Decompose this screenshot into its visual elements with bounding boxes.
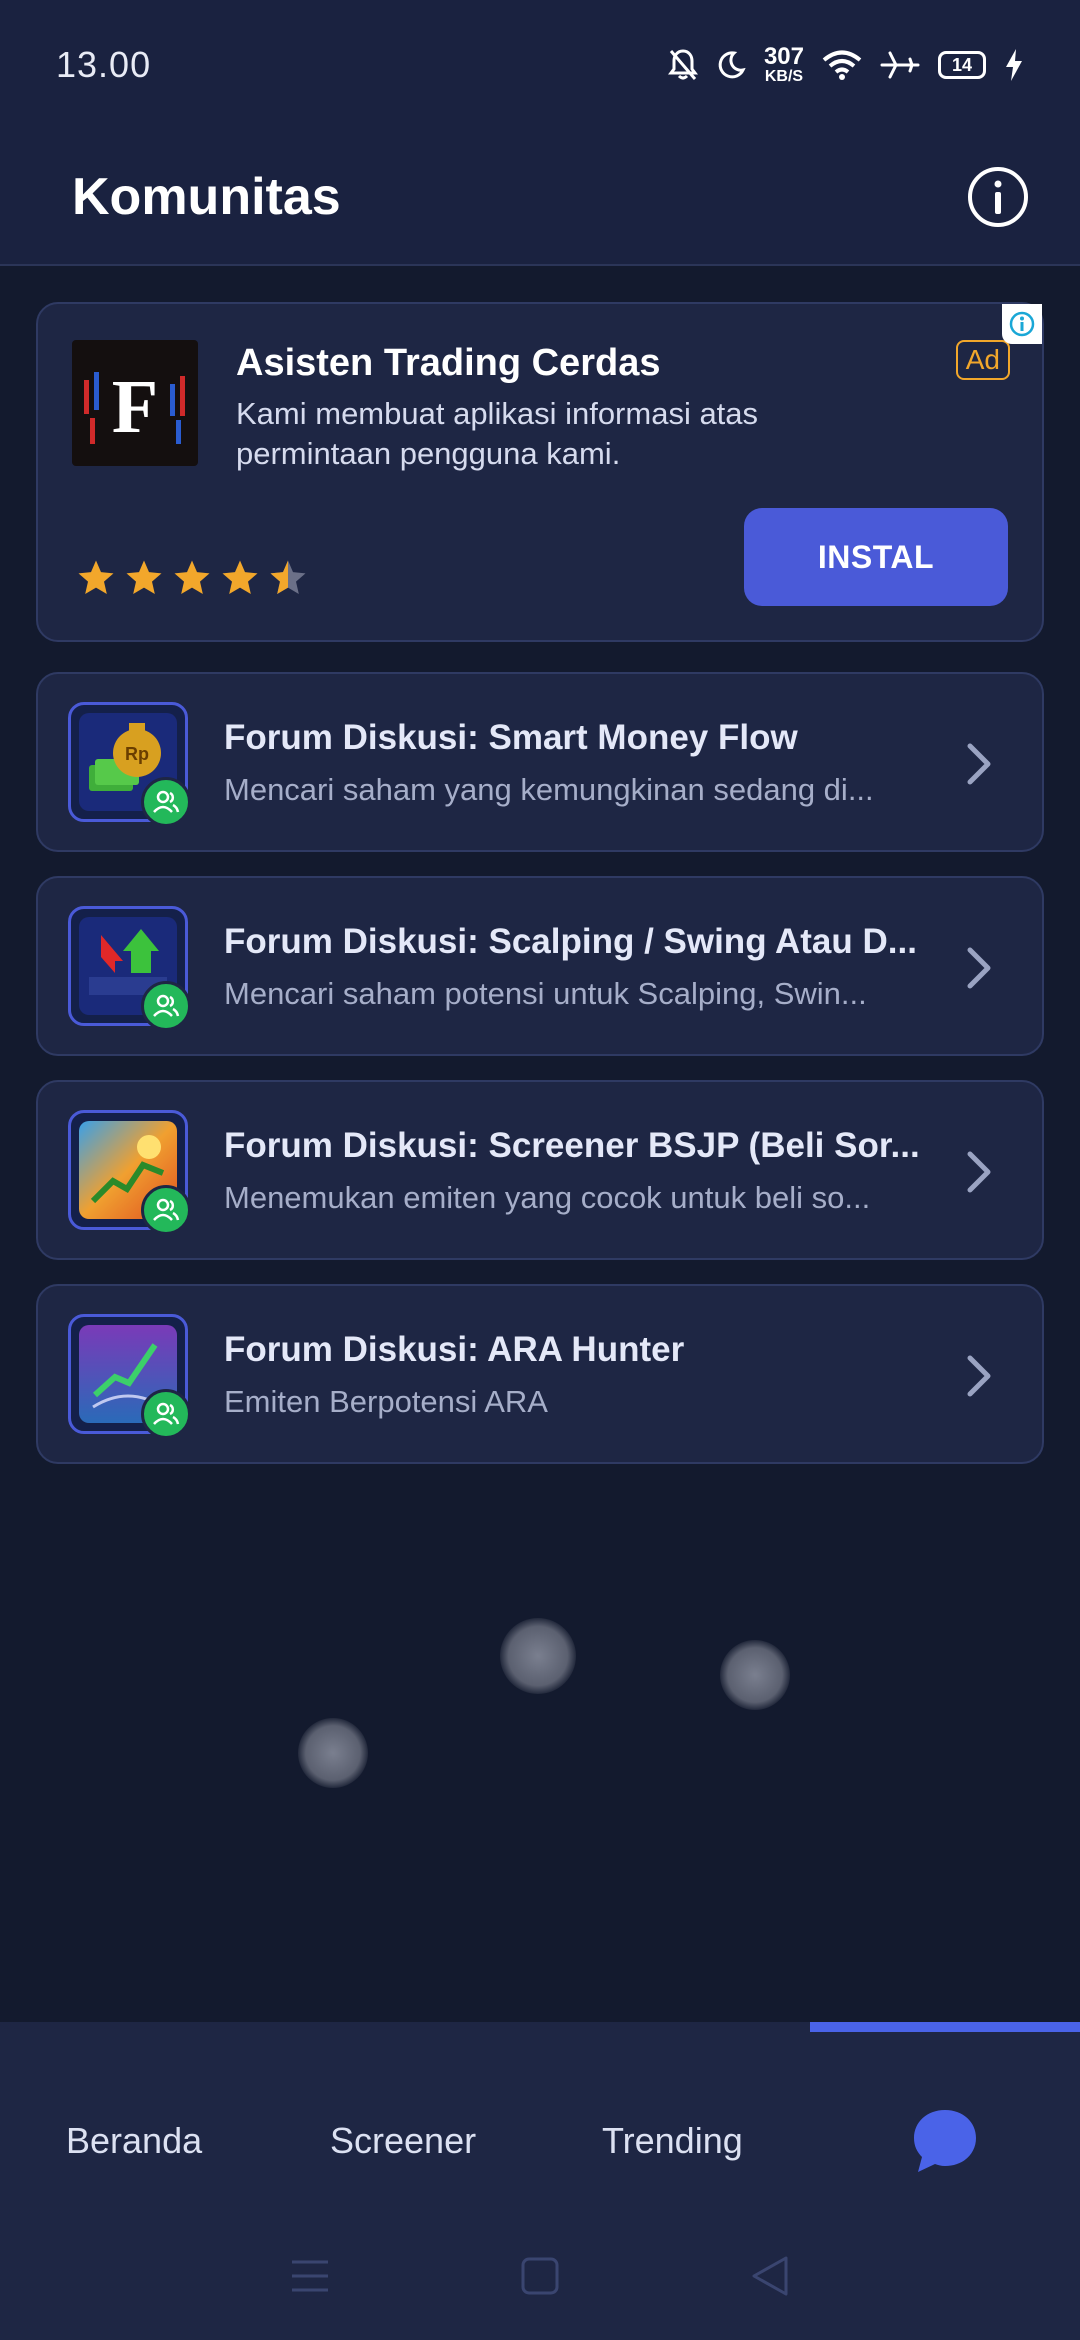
status-time: 13.00 — [56, 44, 152, 85]
adchoices-icon[interactable] — [1002, 304, 1042, 344]
content: F Asisten Trading Cerdas Kami membuat ap… — [36, 302, 1044, 1464]
chevron-right-icon — [967, 743, 991, 785]
forum-icon: Rp — [68, 702, 191, 827]
nav-beranda[interactable]: Beranda — [66, 2120, 202, 2162]
ad-description: Kami membuat aplikasi informasi atas per… — [236, 396, 759, 471]
info-button[interactable] — [966, 165, 1030, 229]
loading-dot — [500, 1618, 576, 1694]
chevron-right-icon — [967, 1151, 991, 1193]
forum-title: Forum Diskusi: Smart Money Flow — [224, 718, 798, 757]
net-speed-value: 307 — [763, 43, 804, 70]
forum-item-scalping-swing[interactable]: Forum Diskusi: Scalping / Swing Atau D..… — [36, 876, 1044, 1056]
forum-subtitle: Menemukan emiten yang cocok untuk beli s… — [224, 1180, 871, 1215]
ad-badge: Ad — [955, 340, 1010, 380]
nav-trending[interactable]: Trending — [602, 2120, 743, 2162]
star-icon — [222, 560, 258, 594]
chevron-right-icon — [967, 947, 991, 989]
ad-card[interactable]: F Asisten Trading Cerdas Kami membuat ap… — [36, 302, 1044, 642]
forum-list: Rp Forum Diskusi: Smart Money Flow Menca… — [36, 672, 1044, 1464]
home-icon[interactable] — [520, 2256, 560, 2296]
back-icon[interactable] — [750, 2254, 790, 2298]
forum-icon — [68, 906, 191, 1031]
group-icon — [141, 1185, 191, 1235]
ad-title: Asisten Trading Cerdas — [236, 342, 661, 384]
forum-icon — [68, 1110, 191, 1235]
svg-text:Rp: Rp — [125, 744, 149, 764]
bell-off-icon — [667, 48, 698, 82]
status-bar: 13.00 307 KB/S 14 — [0, 0, 1080, 130]
group-icon — [141, 777, 191, 827]
forum-subtitle: Mencari saham yang kemungkinan sedang di… — [224, 772, 874, 807]
info-icon — [968, 167, 1028, 227]
forum-icon — [68, 1314, 191, 1439]
star-icon — [78, 560, 114, 594]
wifi-icon — [822, 49, 862, 81]
app-header: Komunitas — [0, 130, 1080, 266]
ad-app-logo: F — [72, 340, 198, 466]
star-icon — [174, 560, 210, 594]
group-icon — [141, 981, 191, 1031]
battery-indicator: 14 — [938, 51, 986, 79]
loading-dot — [298, 1718, 368, 1788]
nav-screener[interactable]: Screener — [330, 2120, 476, 2162]
bottom-nav: Beranda Screener Trending — [0, 2022, 1080, 2212]
menu-icon[interactable] — [290, 2258, 330, 2294]
airplane-icon — [880, 50, 920, 80]
system-nav-bar — [0, 2212, 1080, 2340]
net-speed: 307 KB/S — [764, 45, 804, 85]
half-star-icon — [270, 560, 306, 594]
loading-dot — [720, 1640, 790, 1710]
forum-subtitle: Emiten Berpotensi ARA — [224, 1384, 548, 1419]
chevron-right-icon — [967, 1355, 991, 1397]
charging-icon — [1004, 48, 1024, 82]
install-button[interactable]: INSTAL — [744, 508, 1008, 606]
nav-komunitas[interactable] — [910, 2106, 980, 2181]
svg-text:F: F — [112, 365, 158, 449]
chat-bubble-icon — [914, 2110, 976, 2172]
forum-subtitle: Mencari saham potensi untuk Scalping, Sw… — [224, 976, 867, 1011]
forum-item-ara-hunter[interactable]: Forum Diskusi: ARA Hunter Emiten Berpote… — [36, 1284, 1044, 1464]
moon-icon — [716, 50, 746, 80]
ad-rating-stars — [76, 558, 308, 598]
forum-title: Forum Diskusi: ARA Hunter — [224, 1330, 685, 1369]
forum-title: Forum Diskusi: Scalping / Swing Atau D..… — [224, 922, 917, 961]
status-icons: 307 KB/S 14 — [667, 45, 1024, 85]
forum-title: Forum Diskusi: Screener BSJP (Beli Sor..… — [224, 1126, 920, 1165]
forum-item-screener-bsjp[interactable]: Forum Diskusi: Screener BSJP (Beli Sor..… — [36, 1080, 1044, 1260]
page-title: Komunitas — [72, 168, 341, 226]
net-speed-unit: KB/S — [764, 68, 804, 85]
group-icon — [141, 1389, 191, 1439]
star-icon — [126, 560, 162, 594]
active-tab-indicator — [810, 2022, 1080, 2032]
forum-item-smart-money-flow[interactable]: Rp Forum Diskusi: Smart Money Flow Menca… — [36, 672, 1044, 852]
